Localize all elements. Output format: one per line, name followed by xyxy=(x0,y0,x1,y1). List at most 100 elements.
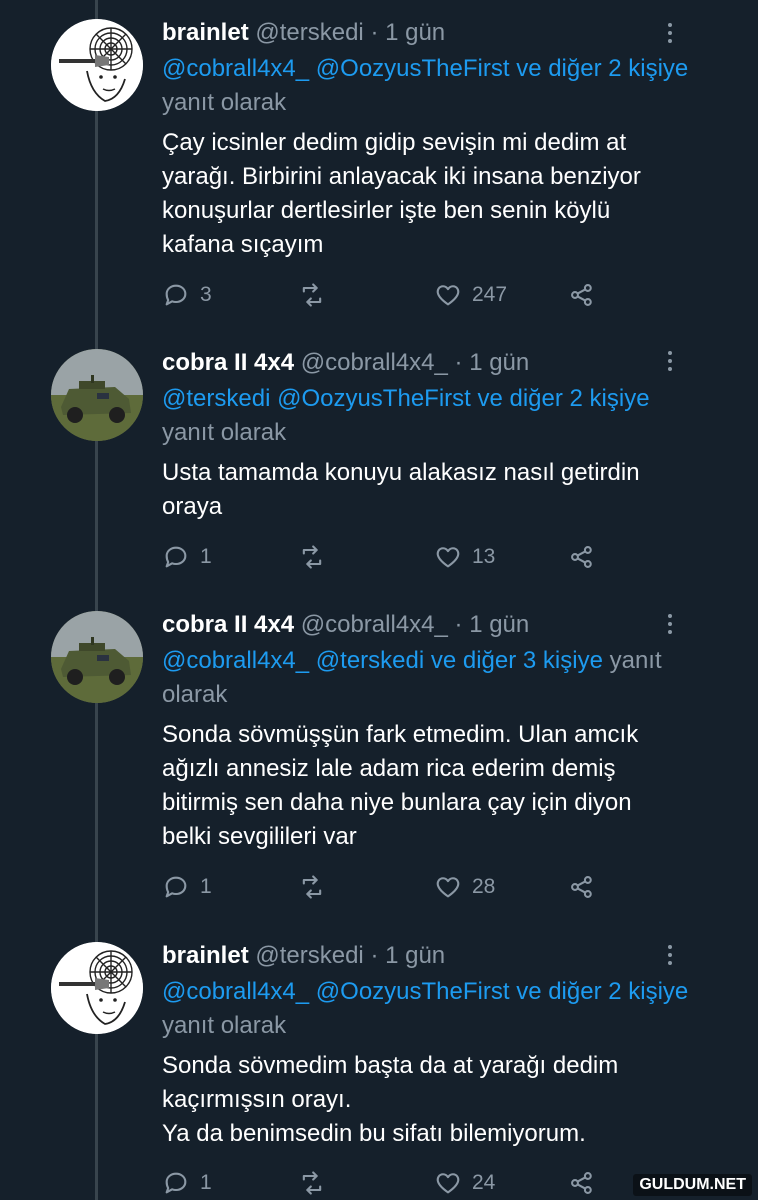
tweet-text-line: Sonda sövmedim başta da at yarağı dedim xyxy=(162,1052,619,1079)
share-icon xyxy=(571,284,592,306)
mention-link[interactable]: @OozyusTheFirst xyxy=(316,55,510,82)
reply-button[interactable]: 1 xyxy=(162,542,212,572)
timestamp[interactable]: · 1 gün xyxy=(455,611,530,638)
like-count: 28 xyxy=(472,875,496,898)
handle[interactable]: @cobrall4x4_ xyxy=(301,611,448,638)
share-button[interactable] xyxy=(568,280,596,310)
share-button[interactable] xyxy=(568,542,596,572)
tweet-header: brainlet @terskedi · 1 gün xyxy=(162,18,702,48)
action-bar: 1 28 xyxy=(162,872,622,902)
tweet-text-line: kafana sıçayım xyxy=(162,231,324,258)
tweet-text-line: Ya da benimsedin bu sifatı bilemiyorum. xyxy=(162,1120,586,1147)
retweet-icon xyxy=(302,545,322,569)
heart-icon xyxy=(436,285,460,306)
retweet-icon xyxy=(302,1171,322,1195)
like-button[interactable]: 13 xyxy=(434,542,495,572)
display-name[interactable]: brainlet xyxy=(162,19,249,46)
reply-button[interactable]: 1 xyxy=(162,1168,212,1198)
reply-suffix: yanıt olarak xyxy=(162,89,287,116)
timestamp[interactable]: · 1 gün xyxy=(455,349,530,376)
mention-link[interactable]: @cobrall4x4_ xyxy=(162,978,309,1005)
retweet-button[interactable] xyxy=(298,1168,336,1198)
tweet-text-line: Sonda sövmüşşün fark etmedim. Ulan amcık xyxy=(162,721,639,748)
mention-link[interactable]: @terskedi xyxy=(162,385,270,412)
like-button[interactable]: 28 xyxy=(434,872,495,902)
share-icon xyxy=(571,1172,592,1194)
watermark: GULDUM.NET xyxy=(633,1174,752,1196)
more-options-icon[interactable] xyxy=(660,18,680,48)
tweet-text-line: ağızlı annesiz lale adam rica ederim dem… xyxy=(162,755,616,782)
tweet-text: Çay icsinler dedim gidip sevişin mi dedi… xyxy=(162,126,702,262)
like-count: 24 xyxy=(472,1171,496,1194)
reply-icon xyxy=(165,284,187,306)
reply-button[interactable]: 1 xyxy=(162,872,212,902)
wojak-avatar[interactable] xyxy=(51,942,143,1034)
wojak-avatar[interactable] xyxy=(51,19,143,111)
reply-context: @cobrall4x4_ @OozyusTheFirst ve diğer 2 … xyxy=(162,52,702,120)
reply-count: 1 xyxy=(200,875,212,898)
tweet-text-line: bitirmiş sen daha niye bunlara çay için … xyxy=(162,789,632,816)
heart-icon xyxy=(436,1173,460,1194)
retweet-button[interactable] xyxy=(298,542,336,572)
mention-link[interactable]: ve diğer 2 kişiye xyxy=(516,55,688,82)
reply-button[interactable]: 3 xyxy=(162,280,212,310)
handle[interactable]: @cobrall4x4_ xyxy=(301,349,448,376)
tweet-text-line: Çay icsinler dedim gidip sevişin mi dedi… xyxy=(162,129,627,156)
tweet-text-line: yarağı. Birbirini anlayacak iki insana b… xyxy=(162,163,641,190)
retweet-button[interactable] xyxy=(298,280,336,310)
mention-link[interactable]: ve diğer 3 kişiye xyxy=(431,647,603,674)
reply-context: @cobrall4x4_ @OozyusTheFirst ve diğer 2 … xyxy=(162,975,702,1043)
share-button[interactable] xyxy=(568,1168,596,1198)
action-bar: 1 13 xyxy=(162,542,622,572)
mention-link[interactable]: ve diğer 2 kişiye xyxy=(516,978,688,1005)
mention-link[interactable]: @cobrall4x4_ xyxy=(162,55,309,82)
armored-vehicle-avatar[interactable] xyxy=(51,349,143,441)
more-options-icon[interactable] xyxy=(660,346,680,376)
reply-context: @cobrall4x4_ @terskedi ve diğer 3 kişiye… xyxy=(162,644,702,712)
heart-icon xyxy=(436,877,460,898)
reply-icon xyxy=(165,1172,187,1194)
like-count: 247 xyxy=(472,283,508,306)
retweet-icon xyxy=(302,875,322,899)
tweet-header: cobra II 4x4 @cobrall4x4_ · 1 gün xyxy=(162,610,702,640)
tweet-header: cobra II 4x4 @cobrall4x4_ · 1 gün xyxy=(162,348,702,378)
handle[interactable]: @terskedi xyxy=(255,19,363,46)
share-icon xyxy=(571,546,592,568)
tweet-text: Usta tamamda konuyu alakasız nasıl getir… xyxy=(162,456,702,524)
retweet-icon xyxy=(302,283,322,307)
timestamp[interactable]: · 1 gün xyxy=(370,942,445,969)
action-bar: 3 247 xyxy=(162,280,622,310)
retweet-button[interactable] xyxy=(298,872,336,902)
tweet-text-line: oraya xyxy=(162,493,223,520)
like-button[interactable]: 247 xyxy=(434,280,507,310)
share-button[interactable] xyxy=(568,872,596,902)
reply-suffix: yanıt olarak xyxy=(162,1012,287,1039)
more-options-icon[interactable] xyxy=(660,609,680,639)
mention-link[interactable]: @terskedi xyxy=(316,647,424,674)
timestamp[interactable]: · 1 gün xyxy=(370,19,445,46)
display-name[interactable]: cobra II 4x4 xyxy=(162,349,294,376)
heart-icon xyxy=(436,547,460,568)
reply-count: 1 xyxy=(200,545,212,568)
tweet-text-line: belki sevgilileri var xyxy=(162,823,357,850)
reply-count: 1 xyxy=(200,1171,212,1194)
reply-icon xyxy=(165,876,187,898)
mention-link[interactable]: @OozyusTheFirst xyxy=(277,385,471,412)
like-button[interactable]: 24 xyxy=(434,1168,495,1198)
share-icon xyxy=(571,876,592,898)
more-options-icon[interactable] xyxy=(660,940,680,970)
action-bar: 1 24 xyxy=(162,1168,622,1198)
mention-link[interactable]: ve diğer 2 kişiye xyxy=(477,385,649,412)
tweet-header: brainlet @terskedi · 1 gün xyxy=(162,941,702,971)
display-name[interactable]: cobra II 4x4 xyxy=(162,611,294,638)
mention-link[interactable]: @OozyusTheFirst xyxy=(316,978,510,1005)
handle[interactable]: @terskedi xyxy=(255,942,363,969)
mention-link[interactable]: @cobrall4x4_ xyxy=(162,647,309,674)
reply-suffix: yanıt olarak xyxy=(162,419,287,446)
tweet-text-line: kaçırmışsın orayı. xyxy=(162,1086,352,1113)
display-name[interactable]: brainlet xyxy=(162,942,249,969)
reply-count: 3 xyxy=(200,283,212,306)
armored-vehicle-avatar[interactable] xyxy=(51,611,143,703)
like-count: 13 xyxy=(472,545,496,568)
tweet-text-line: konuşurlar dertlesirler işte ben senin k… xyxy=(162,197,611,224)
